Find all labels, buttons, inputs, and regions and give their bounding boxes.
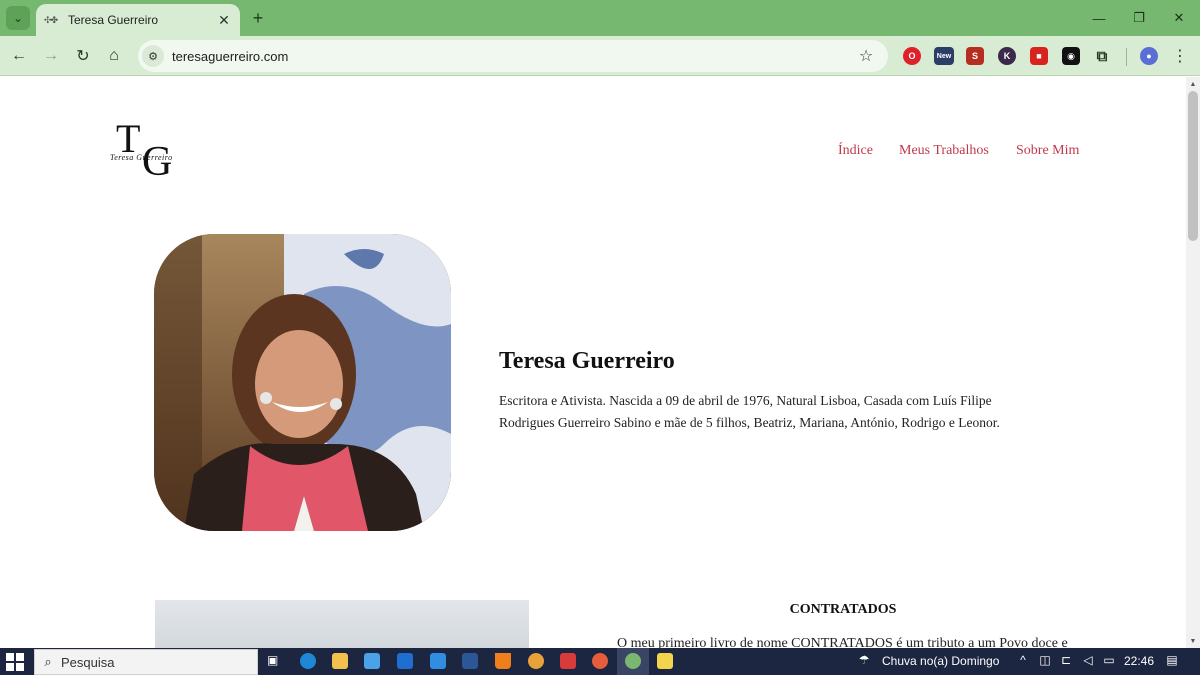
file-explorer-icon[interactable]	[332, 653, 348, 669]
new-badge: New	[936, 52, 952, 60]
camera-icon[interactable]: ◫	[1037, 653, 1053, 667]
chrome-active-icon[interactable]	[625, 653, 641, 669]
weather-text[interactable]: Chuva no(a) Domingo	[882, 654, 999, 668]
minimize-icon[interactable]: —	[1078, 0, 1120, 36]
site-logo[interactable]: T G Teresa Guerreiro	[110, 119, 190, 185]
search-icon: ⌕	[44, 654, 52, 669]
app-icon-blue[interactable]	[430, 653, 446, 669]
tab-title: Teresa Guerreiro	[68, 13, 159, 27]
book-title: CONTRATADOS	[789, 602, 897, 617]
browser-tab-bar: ⌄ ✣✤ Teresa Guerreiro ✕ + — ❐ ✕	[0, 0, 1200, 36]
logo-script-text: Teresa Guerreiro	[110, 153, 173, 162]
notepad-icon[interactable]	[657, 653, 673, 669]
close-tab-icon[interactable]: ✕	[216, 12, 232, 29]
logo-letter-g: G	[142, 139, 173, 185]
nav-link-indice[interactable]: Índice	[838, 143, 873, 159]
profile-avatar-icon[interactable]: ●	[1140, 47, 1158, 65]
nav-link-sobre-mim[interactable]: Sobre Mim	[1016, 143, 1079, 159]
browser-tab[interactable]: ✣✤ Teresa Guerreiro ✕	[36, 4, 240, 36]
url-text[interactable]: teresaguerreiro.com	[172, 49, 854, 64]
chrome-icon[interactable]	[528, 653, 544, 669]
taskbar-search-placeholder: Pesquisa	[61, 654, 115, 670]
page-viewport: T G Teresa Guerreiro Índice Meus Trabalh…	[0, 77, 1186, 648]
browser-toolbar: ← → ↻ ⌂ ⚙ teresaguerreiro.com ☆ O New S …	[0, 36, 1200, 76]
site-favicon-icon: ✣✤	[44, 14, 58, 25]
task-view-icon[interactable]: ▣	[267, 653, 283, 669]
address-bar[interactable]: ⚙ teresaguerreiro.com ☆	[138, 40, 888, 72]
nav-link-meus-trabalhos[interactable]: Meus Trabalhos	[899, 143, 989, 159]
new-tab-button[interactable]: +	[248, 8, 268, 28]
weather-rain-icon[interactable]: ☂	[856, 653, 872, 667]
store-icon[interactable]	[364, 653, 380, 669]
clock-time[interactable]: 22:46	[1124, 654, 1154, 668]
chevron-up-icon[interactable]: ^	[1015, 653, 1031, 667]
opera-extension-icon[interactable]: O	[903, 47, 921, 65]
book-description: O meu primeiro livro de nome CONTRATADOS…	[617, 636, 1068, 648]
close-window-icon[interactable]: ✕	[1158, 0, 1200, 36]
word-icon[interactable]	[462, 653, 478, 669]
taskbar-search[interactable]: ⌕ Pesquisa	[34, 649, 258, 675]
extension-icon-stop[interactable]: ■	[1030, 47, 1048, 65]
forward-icon[interactable]: →	[39, 44, 63, 68]
scroll-down-icon[interactable]: ▼	[1186, 634, 1200, 648]
windows-taskbar: ⌕ Pesquisa ▣ ☂ Chuva no(a) Domingo ^ ◫ ⊏…	[0, 648, 1200, 675]
app-icon-red[interactable]	[560, 653, 576, 669]
tab-search-button[interactable]: ⌄	[6, 6, 30, 30]
author-name-heading: Teresa Guerreiro	[499, 348, 675, 374]
volume-muted-icon[interactable]: ◁	[1080, 653, 1096, 667]
vlc-icon[interactable]	[495, 653, 511, 669]
page-scrollbar[interactable]: ▲ ▼	[1186, 77, 1200, 648]
scrollbar-thumb[interactable]	[1188, 91, 1198, 241]
site-info-icon[interactable]: ⚙	[142, 45, 164, 67]
network-icon[interactable]: ⊏	[1058, 653, 1074, 667]
windows-start-icon[interactable]	[6, 653, 24, 671]
toolbar-separator	[1126, 48, 1127, 66]
author-bio: Escritora e Ativista. Nascida a 09 de ab…	[499, 393, 1000, 430]
back-icon[interactable]: ←	[7, 44, 31, 68]
new-extension-icon[interactable]: New	[934, 47, 954, 65]
profile-photo	[154, 234, 451, 531]
extensions-puzzle-icon[interactable]: ⧉	[1093, 47, 1111, 65]
extension-icon-black[interactable]: ◉	[1062, 47, 1080, 65]
scroll-up-icon[interactable]: ▲	[1186, 77, 1200, 91]
notifications-icon[interactable]: ▤	[1164, 653, 1180, 667]
profile-photo-illustration	[154, 234, 451, 531]
bookmark-star-icon[interactable]: ☆	[854, 46, 878, 66]
mail-icon[interactable]	[397, 653, 413, 669]
chrome-profile-icon[interactable]	[592, 653, 608, 669]
reload-icon[interactable]: ↻	[71, 44, 95, 68]
menu-kebab-icon[interactable]: ⋮	[1168, 44, 1192, 68]
book-cover-image	[155, 600, 529, 648]
home-icon[interactable]: ⌂	[102, 44, 126, 68]
extension-icon-red[interactable]: S	[966, 47, 984, 65]
display-icon[interactable]: ▭	[1101, 653, 1117, 667]
restore-icon[interactable]: ❐	[1118, 0, 1160, 36]
extension-icon-dark[interactable]: K	[998, 47, 1016, 65]
edge-icon[interactable]	[300, 653, 316, 669]
chevron-down-icon: ⌄	[12, 11, 24, 25]
